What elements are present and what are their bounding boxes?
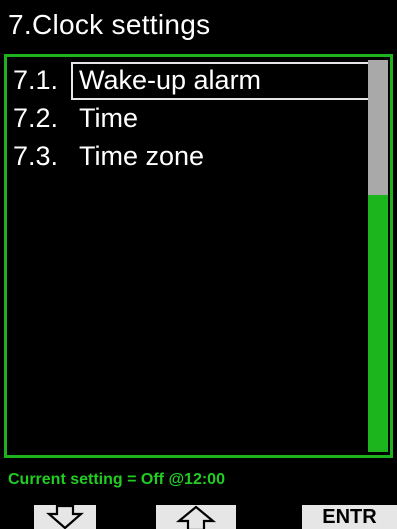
- menu-item-wake-up-alarm[interactable]: 7.1. Wake-up alarm: [13, 61, 373, 100]
- menu-list: 7.1. Wake-up alarm 7.2. Time 7.3. Time zone: [13, 61, 373, 175]
- menu-item-label: Wake-up alarm: [71, 62, 371, 100]
- menu-item-number: 7.2.: [13, 103, 59, 133]
- arrow-down-icon: [46, 505, 84, 529]
- menu-item-time[interactable]: 7.2. Time: [13, 99, 373, 137]
- page-title: 7.Clock settings: [8, 9, 211, 40]
- menu-item-time-zone[interactable]: 7.3. Time zone: [13, 137, 373, 175]
- menu-item-label: Time zone: [79, 141, 205, 171]
- down-button[interactable]: [34, 505, 96, 529]
- current-setting-status: Current setting = Off @12:00: [8, 471, 225, 488]
- menu-item-label: Time: [79, 103, 138, 133]
- scrollbar-thumb[interactable]: [368, 60, 388, 195]
- enter-button[interactable]: ENTR: [302, 505, 397, 529]
- menu-panel: 7.1. Wake-up alarm 7.2. Time 7.3. Time zone: [4, 54, 393, 458]
- arrow-up-icon: [175, 505, 217, 529]
- scrollbar[interactable]: [368, 60, 388, 452]
- up-button[interactable]: [156, 505, 236, 529]
- menu-item-number: 7.1.: [13, 65, 59, 95]
- title-bar: 7.Clock settings: [0, 0, 397, 52]
- enter-button-label: ENTR: [322, 506, 377, 528]
- menu-item-number: 7.3.: [13, 141, 59, 171]
